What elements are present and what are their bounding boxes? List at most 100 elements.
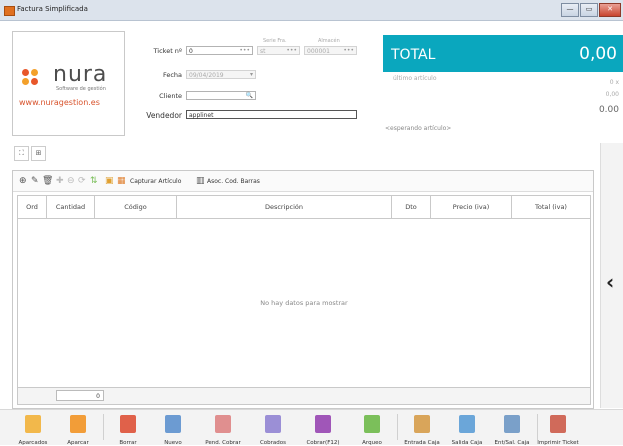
ticket-input[interactable]: 0 •••	[186, 46, 253, 55]
maximize-button[interactable]: ▭	[580, 3, 598, 17]
window-title: Factura Simplificada	[17, 5, 88, 13]
column-header[interactable]: Precio (iva)	[431, 196, 512, 218]
waiting-article: <esperando artículo>	[385, 125, 452, 132]
ticket-label: Ticket nº	[153, 47, 182, 55]
barcode-icon[interactable]: ▥	[196, 176, 205, 186]
action-button-pend-cobrar[interactable]: Pend. Cobrar	[203, 412, 243, 446]
folder-clock-icon	[25, 415, 41, 433]
action-button-salida-caja[interactable]: Salida Caja	[447, 412, 487, 446]
window-titlebar: Factura Simplificada — ▭ ✕	[0, 0, 623, 21]
logo-url[interactable]: www.nuragestion.es	[19, 98, 100, 107]
total-label: TOTAL	[391, 47, 436, 63]
footer-total: 0	[56, 390, 104, 401]
pause-icon	[70, 415, 86, 433]
action-button-nuevo[interactable]: Nuevo	[153, 412, 193, 446]
boxes-icon[interactable]: ▦	[117, 176, 126, 186]
last-article-label: último artículo	[393, 75, 437, 82]
almacen-label: Almacén	[318, 38, 340, 44]
capture-article-button[interactable]: Capturar Artículo	[130, 178, 181, 185]
action-button-label: Cobrar(F12)	[306, 440, 340, 446]
grid-view-icon[interactable]: ⊞	[31, 146, 46, 161]
action-button-cobrar-f12[interactable]: Cobrar(F12)	[303, 412, 343, 446]
action-button-label: Arqueo	[362, 440, 382, 446]
total-value: 0,00	[579, 44, 617, 64]
last-article-subtotal: 0.00	[598, 105, 619, 115]
column-header[interactable]: Dto	[392, 196, 431, 218]
column-header[interactable]: Cantidad	[47, 196, 95, 218]
nura-logo-icon	[22, 69, 50, 86]
action-button-aparcar[interactable]: Aparcar	[58, 412, 98, 446]
action-button-arqueo[interactable]: Arqueo	[352, 412, 392, 446]
vendedor-input[interactable]: applinet	[186, 110, 357, 119]
lines-table: Ord Cantidad Código Descripción Dto Prec…	[17, 195, 591, 405]
empty-message: No hay datos para mostrar	[260, 299, 348, 307]
column-header[interactable]: Descripción	[177, 196, 392, 218]
table-header: Ord Cantidad Código Descripción Dto Prec…	[18, 196, 590, 219]
edit-icon[interactable]: ✎	[31, 176, 39, 186]
package-icon[interactable]: ▣	[105, 176, 114, 186]
serie-label: Serie Fra.	[263, 38, 287, 44]
cash-out-icon	[459, 415, 475, 433]
separator	[397, 414, 398, 440]
fecha-value: 09/04/2019	[189, 72, 224, 79]
cliente-input[interactable]: 🔍	[186, 91, 256, 100]
assoc-barcode-button[interactable]: Asoc. Cod. Barras	[207, 178, 260, 185]
column-header[interactable]: Código	[95, 196, 177, 218]
cash-inout-icon	[504, 415, 520, 433]
delete-doc-icon	[120, 415, 136, 433]
last-article-price: 0,00	[605, 91, 619, 98]
action-button-aparcados[interactable]: Aparcados	[13, 412, 53, 446]
pending-icon	[215, 415, 231, 433]
separator	[103, 414, 104, 440]
expand-view-icon[interactable]: ⛶	[14, 146, 29, 161]
add-icon[interactable]: ⊕	[19, 176, 27, 186]
action-button-label: Nuevo	[164, 440, 182, 446]
lines-panel: ⊕ ✎ 🗑 ✚ ⊖ ⟳ ⇅ ▣ ▦ Capturar Artículo ▥ As…	[12, 170, 594, 409]
side-panel: ‹	[600, 143, 623, 408]
action-button-ent-sal-caja[interactable]: Ent/Sal. Caja	[492, 412, 532, 446]
lines-toolbar: ⊕ ✎ 🗑 ✚ ⊖ ⟳ ⇅ ▣ ▦ Capturar Artículo ▥ As…	[13, 171, 593, 192]
action-button-borrar[interactable]: Borrar	[108, 412, 148, 446]
delete-icon[interactable]: 🗑	[42, 176, 53, 186]
print-icon	[550, 415, 566, 433]
serie-input: st •••	[257, 46, 300, 55]
refresh-icon[interactable]: ⟳	[78, 176, 86, 186]
cash-count-icon	[364, 415, 380, 433]
close-button[interactable]: ✕	[599, 3, 621, 17]
app-icon	[4, 6, 15, 16]
action-button-label: Ent/Sal. Caja	[494, 440, 530, 446]
money-icon	[315, 415, 331, 433]
table-footer: 0	[18, 387, 590, 404]
serie-value: st	[260, 48, 266, 55]
action-button-label: Cobrados	[259, 440, 287, 446]
column-header[interactable]: Ord	[18, 196, 47, 218]
chevron-down-icon[interactable]: ▾	[250, 70, 253, 79]
cash-in-icon	[414, 415, 430, 433]
search-icon[interactable]: 🔍	[246, 91, 253, 100]
ticket-value: 0	[189, 48, 193, 55]
vendedor-value: applinet	[189, 112, 214, 119]
logo-name: nura	[53, 62, 108, 87]
fecha-input[interactable]: 09/04/2019 ▾	[186, 70, 256, 79]
almacen-value: 000001	[307, 48, 330, 55]
almacen-input: 000001 •••	[304, 46, 357, 55]
move-icon[interactable]: ⇅	[90, 176, 98, 186]
action-button-imprimir-ticket[interactable]: Imprimir Ticket	[537, 412, 579, 446]
minimize-button[interactable]: —	[561, 3, 579, 17]
minus-icon[interactable]: ⊖	[67, 176, 75, 186]
new-doc-icon	[165, 415, 181, 433]
paid-icon	[265, 415, 281, 433]
action-button-label: Aparcar	[67, 440, 89, 446]
total-panel: TOTAL 0,00	[383, 35, 623, 72]
action-button-entrada-caja[interactable]: Entrada Caja	[402, 412, 442, 446]
vendedor-label: Vendedor	[146, 111, 182, 120]
logo-panel: nura Software de gestión www.nuragestion…	[12, 31, 125, 136]
ellipsis-icon[interactable]: •••	[239, 47, 250, 55]
ellipsis-icon: •••	[343, 47, 354, 54]
action-button-cobrados[interactable]: Cobrados	[253, 412, 293, 446]
action-bar: Aparcados Aparcar Borrar Nuevo Pend. Cobrar C…	[0, 409, 623, 446]
chevron-left-icon[interactable]: ‹	[606, 270, 614, 294]
column-header[interactable]: Total (iva)	[512, 196, 590, 218]
window-controls: — ▭ ✕	[561, 3, 621, 17]
plus-icon[interactable]: ✚	[56, 176, 64, 186]
